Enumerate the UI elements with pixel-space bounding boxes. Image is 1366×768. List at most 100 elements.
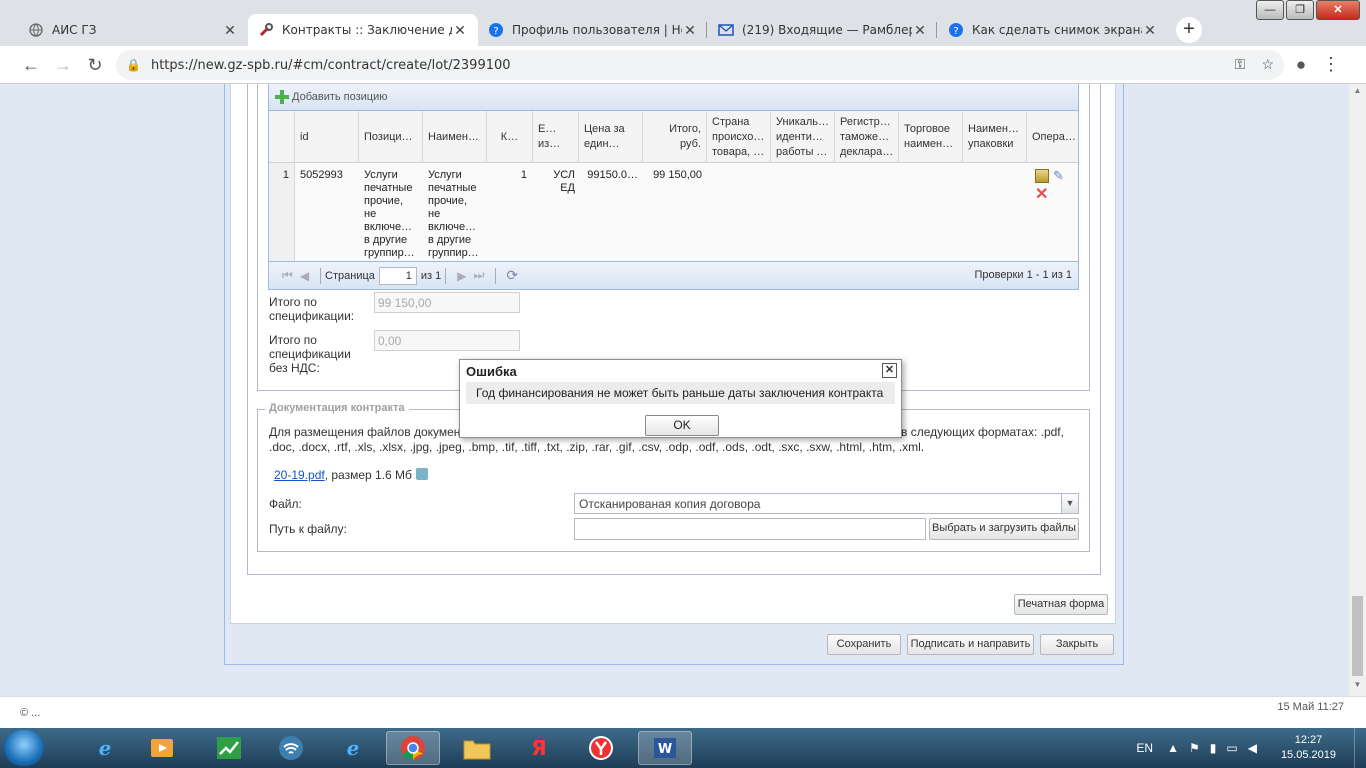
delete-icon[interactable]: ✕ xyxy=(1035,187,1051,203)
flag-icon[interactable]: ⚑ xyxy=(1189,741,1200,755)
svg-text:W: W xyxy=(658,742,672,757)
close-button[interactable]: Закрыть xyxy=(1040,634,1114,655)
table-row[interactable]: 1 5052993 Услуги печатные прочие, не вкл… xyxy=(269,163,1078,261)
close-window-button[interactable]: ✕ xyxy=(1316,0,1360,20)
tray-expand-icon[interactable]: ▲ xyxy=(1167,741,1179,755)
tab-screenshot-help[interactable]: ? Как сделать снимок экрана (с ✕ xyxy=(938,14,1168,46)
windows-taskbar: e e Я W EN ▲ ⚑ ▮ ▭ ◀ 12:27 15.05.2019 xyxy=(0,728,1366,768)
col-trade-name[interactable]: Торговое наимен… xyxy=(899,111,963,163)
cell-name: Услуги печатные прочие, не включе… в дру… xyxy=(428,169,479,259)
cell-price: 99150.0… xyxy=(587,169,638,181)
col-unit[interactable]: Е… из… xyxy=(533,111,579,163)
scroll-up-icon[interactable]: ▲ xyxy=(1349,86,1366,100)
upload-files-button[interactable]: Выбрать и загрузить файлы xyxy=(929,518,1079,540)
pager-separator xyxy=(320,267,322,284)
status-datetime: 15 Май 11:27 xyxy=(1277,701,1344,713)
tab-close-icon[interactable]: ✕ xyxy=(912,22,928,39)
ie-icon[interactable]: e xyxy=(326,731,380,765)
prev-page-icon[interactable]: ◀ xyxy=(300,269,309,283)
start-button[interactable] xyxy=(4,730,44,766)
tab-close-icon[interactable]: ✕ xyxy=(452,22,468,39)
recycle-icon[interactable] xyxy=(415,468,428,480)
page-scrollbar[interactable]: ▲ ▼ xyxy=(1349,84,1366,696)
word-icon[interactable]: W xyxy=(638,731,692,765)
volume-icon[interactable]: ◀ xyxy=(1248,741,1257,755)
explorer-folder-icon[interactable] xyxy=(450,731,504,765)
first-page-icon[interactable]: ⏮ xyxy=(282,268,293,283)
col-unique-id[interactable]: Уникаль… иденти… работы … xyxy=(771,111,835,163)
show-desktop-button[interactable] xyxy=(1354,728,1366,768)
yandex-icon[interactable]: Я xyxy=(512,731,566,765)
maximize-button[interactable]: ❐ xyxy=(1286,0,1314,20)
minimize-button[interactable]: — xyxy=(1256,0,1284,20)
tab-rambler-mail[interactable]: (219) Входящие — Рамблер/п ✕ xyxy=(708,14,938,46)
back-icon[interactable]: ← xyxy=(20,54,42,76)
tab-close-icon[interactable]: ✕ xyxy=(222,22,238,39)
svg-text:?: ? xyxy=(953,26,958,37)
spec-novat-field[interactable]: 0,00 xyxy=(374,330,520,351)
scroll-thumb[interactable] xyxy=(1352,596,1363,676)
description-left: Для размещения файлов документ xyxy=(269,425,466,439)
new-tab-button[interactable]: + xyxy=(1176,17,1202,43)
cell-unit: УСЛ ЕД xyxy=(553,169,575,194)
stock-app-icon[interactable] xyxy=(202,731,256,765)
col-total[interactable]: Итого, руб. xyxy=(643,111,707,163)
chevron-down-icon[interactable]: ▼ xyxy=(1061,494,1078,513)
page-input[interactable]: 1 xyxy=(378,266,417,285)
account-icon[interactable]: ● xyxy=(1290,54,1312,76)
next-page-icon[interactable]: ▶ xyxy=(457,269,466,283)
forward-icon[interactable]: → xyxy=(52,54,74,76)
save-button[interactable]: Сохранить xyxy=(827,634,901,655)
print-form-button[interactable]: Печатная форма xyxy=(1014,594,1108,615)
document-icon[interactable] xyxy=(1035,169,1049,183)
add-position-button[interactable]: Добавить позицию xyxy=(275,90,388,104)
sign-send-button[interactable]: Подписать и направить xyxy=(907,634,1034,655)
browser-tabstrip: АИС ГЗ ✕ Контракты :: Заключение дого ✕ … xyxy=(0,0,1366,46)
scroll-down-icon[interactable]: ▼ xyxy=(1349,680,1366,694)
tab-contracts[interactable]: Контракты :: Заключение дого ✕ xyxy=(248,14,478,46)
tab-separator xyxy=(706,22,707,38)
col-position[interactable]: Позици… xyxy=(359,111,423,163)
file-type-select[interactable]: Отсканированая копия договора ▼ xyxy=(574,493,1079,514)
browser-menu-icon[interactable]: ⋮ xyxy=(1322,54,1340,75)
tab-title: (219) Входящие — Рамблер/п xyxy=(742,23,912,37)
tray-icons: ▲ ⚑ ▮ ▭ ◀ xyxy=(1167,741,1257,755)
path-label: Путь к файлу: xyxy=(269,522,347,536)
refresh-icon[interactable]: ⟳ xyxy=(506,267,518,284)
dialog-close-icon[interactable]: ✕ xyxy=(882,363,897,378)
media-player-icon[interactable] xyxy=(136,731,190,765)
col-name[interactable]: Наимен… xyxy=(423,111,487,163)
network-icon[interactable] xyxy=(264,731,318,765)
spec-total-field[interactable]: 99 150,00 xyxy=(374,292,520,313)
file-link[interactable]: 20-19.pdf xyxy=(274,468,325,482)
reload-icon[interactable]: ↻ xyxy=(84,54,106,76)
ie-icon[interactable]: e xyxy=(78,731,132,765)
col-price[interactable]: Цена за един… xyxy=(579,111,643,163)
star-icon[interactable]: ☆ xyxy=(1261,56,1274,73)
tab-close-icon[interactable]: ✕ xyxy=(682,22,698,39)
yandex-browser-icon[interactable] xyxy=(574,731,628,765)
battery-icon[interactable]: ▮ xyxy=(1210,741,1217,755)
col-qty[interactable]: К… xyxy=(487,111,533,163)
chrome-icon[interactable] xyxy=(386,731,440,765)
ok-button[interactable]: OK xyxy=(645,415,719,436)
file-path-input[interactable] xyxy=(574,518,926,540)
col-package[interactable]: Наимен… упаковки xyxy=(963,111,1027,163)
tab-close-icon[interactable]: ✕ xyxy=(1142,22,1158,39)
cell-qty: 1 xyxy=(520,169,527,181)
tab-ais-gz[interactable]: АИС ГЗ ✕ xyxy=(18,14,248,46)
last-page-icon[interactable]: ⏭ xyxy=(474,268,485,283)
col-customs[interactable]: Регистр… таможе… деклара… xyxy=(835,111,899,163)
address-bar[interactable]: 🔒 https://new.gz-spb.ru/#cm/contract/cre… xyxy=(116,50,1284,80)
positions-grid: Добавить позицию id Позици… Наимен… К… Е… xyxy=(268,84,1079,290)
page-label: Страница xyxy=(325,269,375,282)
key-icon[interactable]: ⚿ xyxy=(1235,56,1246,73)
language-indicator[interactable]: EN xyxy=(1136,741,1153,755)
col-country[interactable]: Страна происхо… товара, … xyxy=(707,111,771,163)
edit-icon[interactable]: ✎ xyxy=(1053,169,1067,183)
clock[interactable]: 12:27 15.05.2019 xyxy=(1281,733,1336,763)
col-id[interactable]: id xyxy=(295,111,359,163)
col-operations[interactable]: Опера… xyxy=(1027,111,1078,163)
tab-profile[interactable]: ? Профиль пользователя | Help ✕ xyxy=(478,14,708,46)
network-tray-icon[interactable]: ▭ xyxy=(1226,741,1237,755)
